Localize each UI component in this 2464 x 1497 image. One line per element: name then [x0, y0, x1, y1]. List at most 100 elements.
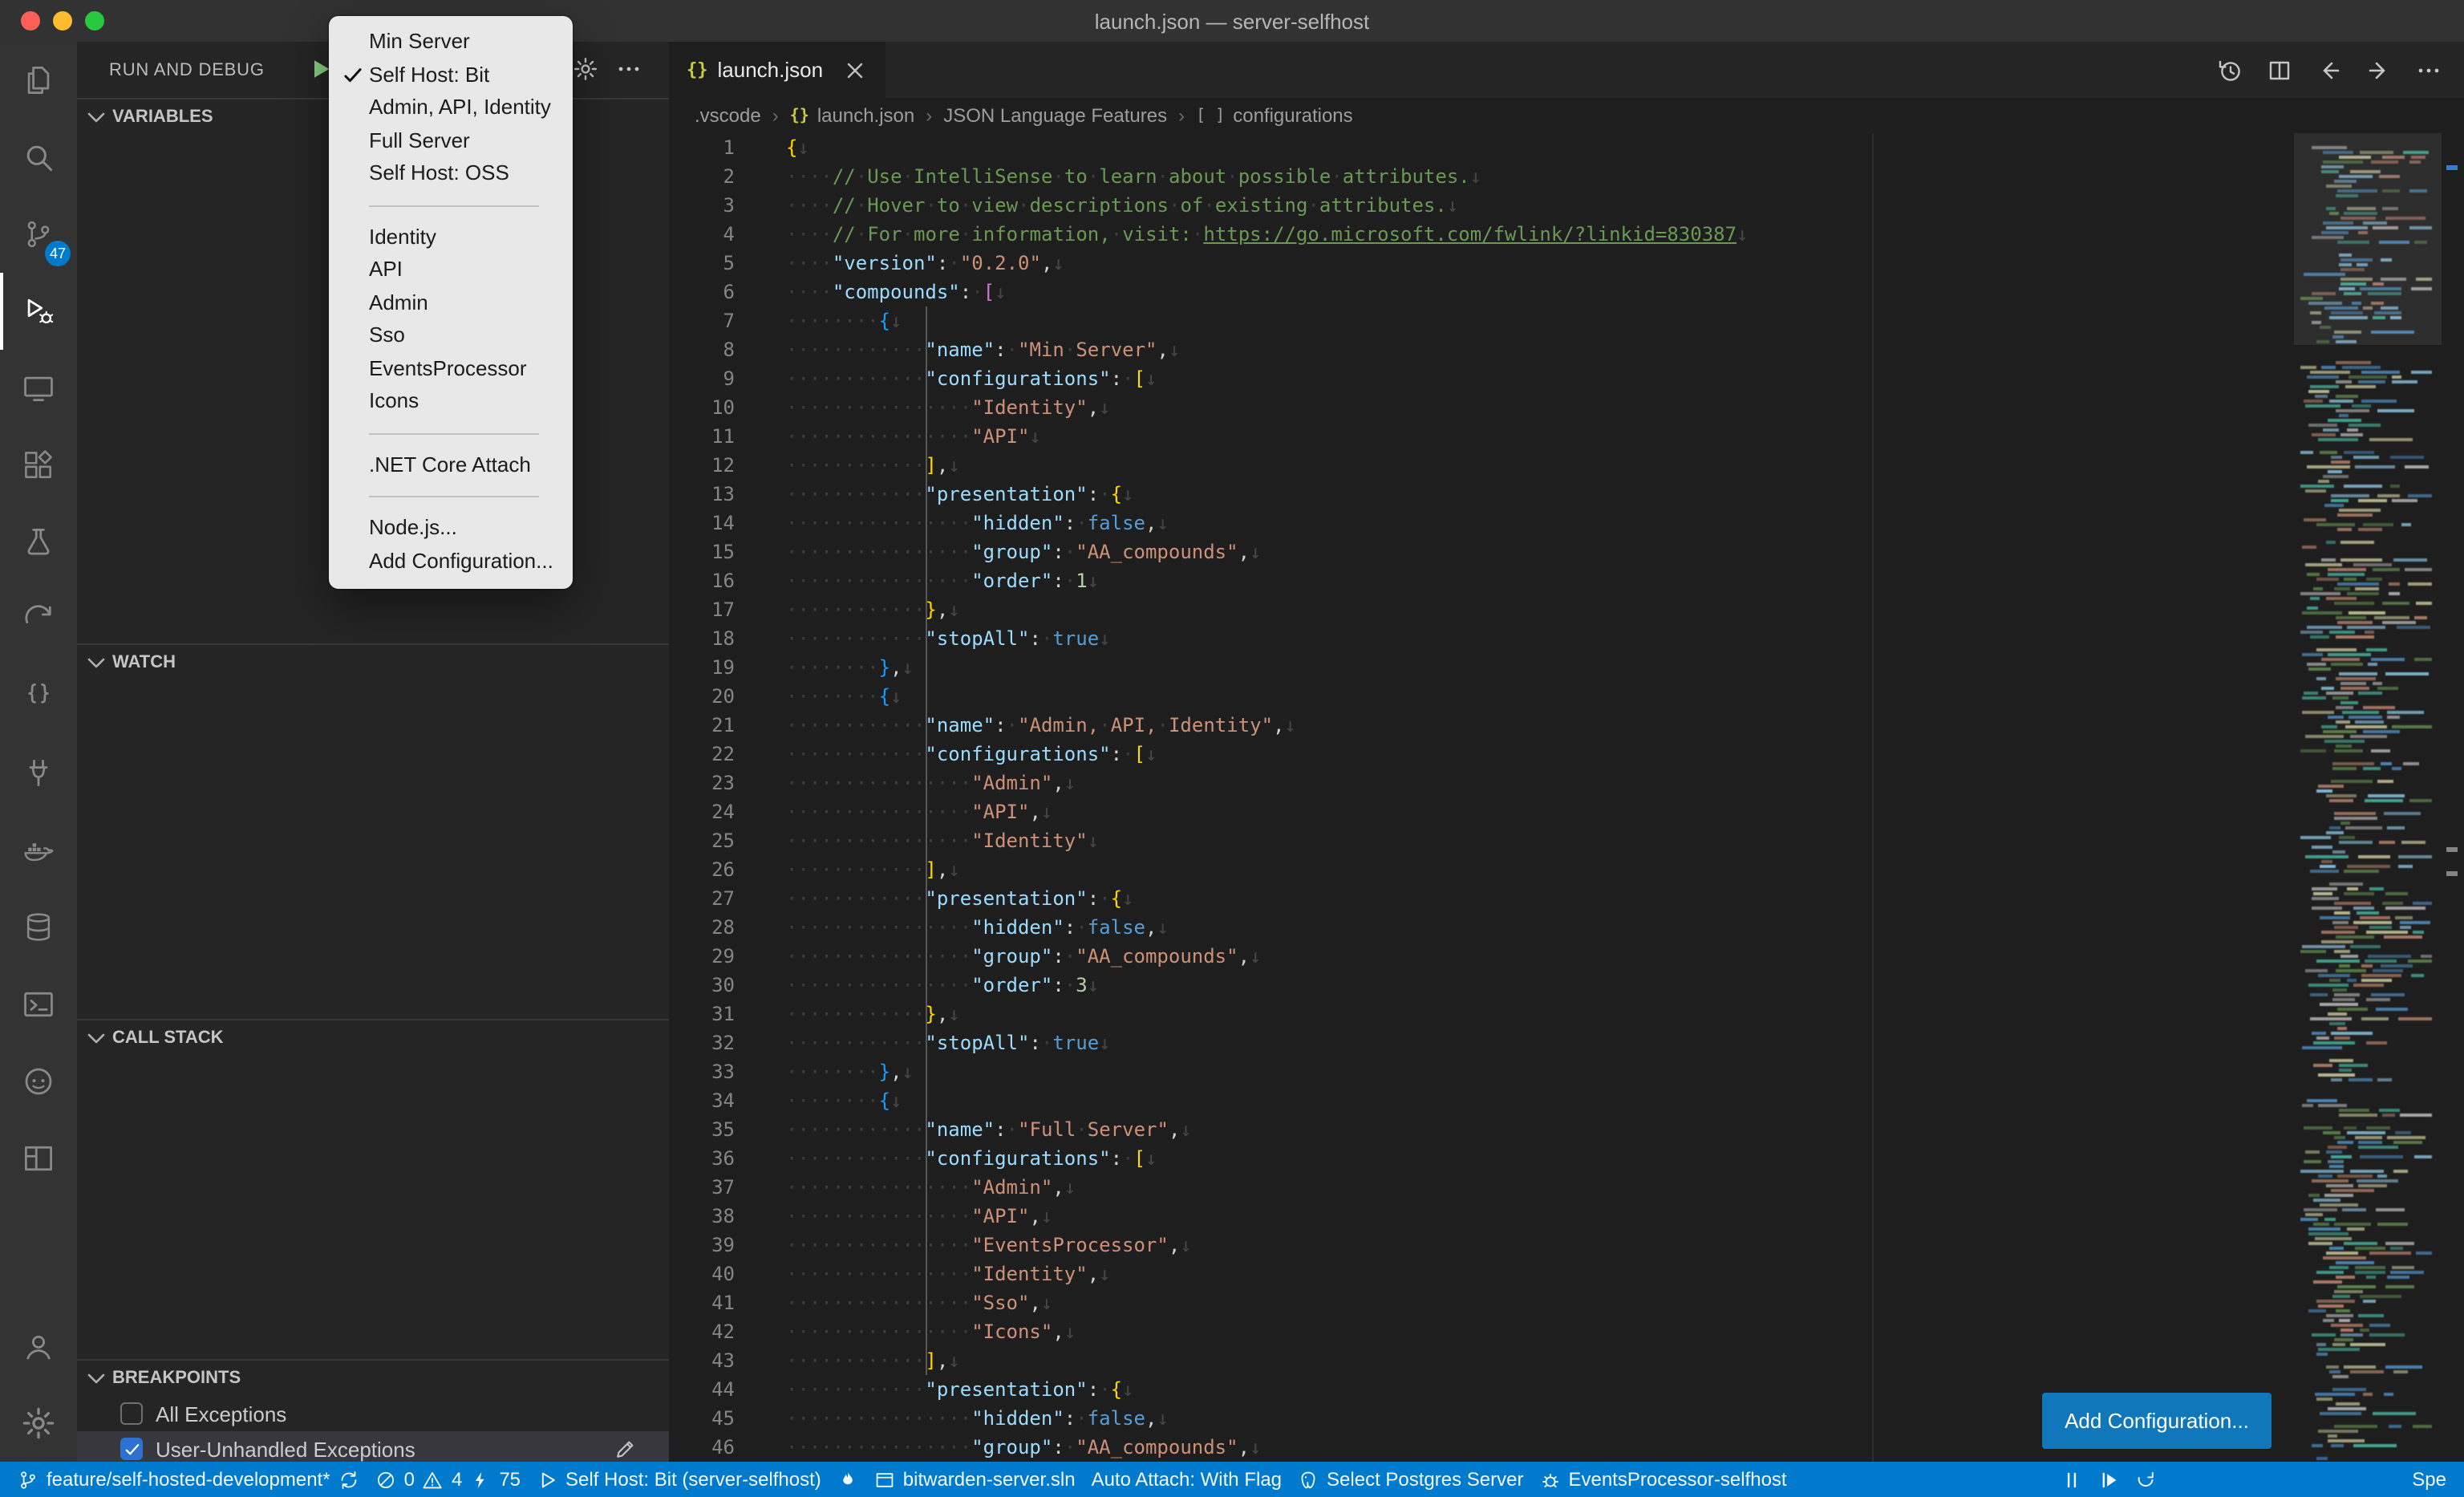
- code-line[interactable]: 1{↓: [669, 133, 2294, 162]
- menu-item[interactable]: Self Host: Bit: [329, 59, 573, 91]
- code-line[interactable]: 31············},↓: [669, 1000, 2294, 1028]
- breadcrumb-item[interactable]: [ ]configurations: [1196, 104, 1353, 127]
- code-line[interactable]: 14················"hidden":·false,↓: [669, 509, 2294, 538]
- activity-item-testing[interactable]: [0, 504, 77, 581]
- breakpoint-row[interactable]: All Exceptions: [77, 1396, 669, 1431]
- line-number[interactable]: 1: [669, 133, 735, 162]
- code-line[interactable]: 10················"Identity",↓: [669, 393, 2294, 422]
- status-problems[interactable]: 0475: [367, 1462, 529, 1497]
- status-debug-target[interactable]: Self Host: Bit (server-selfhost): [529, 1462, 829, 1497]
- line-number[interactable]: 28: [669, 913, 735, 942]
- code-line[interactable]: 33········},↓: [669, 1057, 2294, 1086]
- line-number[interactable]: 36: [669, 1144, 735, 1173]
- forward-icon[interactable]: [2366, 57, 2392, 83]
- line-number[interactable]: 30: [669, 971, 735, 1000]
- line-number[interactable]: 8: [669, 335, 735, 364]
- activity-item-source-control[interactable]: 47: [0, 196, 77, 273]
- add-configuration-button[interactable]: Add Configuration...: [2042, 1393, 2272, 1449]
- close-icon[interactable]: [842, 57, 868, 83]
- status-resume[interactable]: [2089, 1462, 2126, 1497]
- code-line[interactable]: 36············"configurations":·[↓: [669, 1144, 2294, 1173]
- zoom-window-button[interactable]: [85, 11, 104, 30]
- line-number[interactable]: 45: [669, 1404, 735, 1433]
- activity-item-settings[interactable]: [0, 1385, 77, 1462]
- code-line[interactable]: 28················"hidden":·false,↓: [669, 913, 2294, 942]
- code-line[interactable]: 6····"compounds":·[↓: [669, 278, 2294, 306]
- code-line[interactable]: 38················"API",↓: [669, 1202, 2294, 1231]
- activity-item-accounts[interactable]: [0, 1308, 77, 1385]
- more-icon[interactable]: [2416, 57, 2442, 83]
- breadcrumb-item[interactable]: {}launch.json: [790, 104, 915, 127]
- menu-item[interactable]: Admin: [329, 286, 573, 319]
- activity-item-storage[interactable]: [0, 889, 77, 966]
- code-line[interactable]: 18············"stopAll":·true↓: [669, 624, 2294, 653]
- line-number[interactable]: 44: [669, 1375, 735, 1404]
- code-line[interactable]: 23················"Admin",↓: [669, 769, 2294, 797]
- activity-item-remote-explorer[interactable]: [0, 350, 77, 427]
- line-number[interactable]: 17: [669, 595, 735, 624]
- activity-item-search[interactable]: [0, 119, 77, 196]
- line-number[interactable]: 13: [669, 480, 735, 509]
- line-number[interactable]: 38: [669, 1202, 735, 1231]
- menu-item[interactable]: Admin, API, Identity: [329, 91, 573, 124]
- gear-icon[interactable]: [573, 56, 598, 82]
- line-number[interactable]: 23: [669, 769, 735, 797]
- code-line[interactable]: 8············"name":·"Min·Server",↓: [669, 335, 2294, 364]
- section-header-call-stack[interactable]: CALL STACK: [77, 1020, 669, 1056]
- close-window-button[interactable]: [21, 11, 40, 30]
- code-line[interactable]: 24················"API",↓: [669, 797, 2294, 826]
- code-line[interactable]: 34········{↓: [669, 1086, 2294, 1115]
- line-number[interactable]: 9: [669, 364, 735, 393]
- status-solution[interactable]: bitwarden-server.sln: [866, 1462, 1084, 1497]
- line-number[interactable]: 37: [669, 1173, 735, 1202]
- line-number[interactable]: 40: [669, 1260, 735, 1288]
- activity-item-object-view[interactable]: [0, 658, 77, 735]
- code-line[interactable]: 2····//·Use·IntelliSense·to·learn·about·…: [669, 162, 2294, 191]
- code-line[interactable]: 42················"Icons",↓: [669, 1317, 2294, 1346]
- activity-item-connections[interactable]: [0, 735, 77, 812]
- line-number[interactable]: 15: [669, 538, 735, 566]
- status-events-processor[interactable]: EventsProcessor-selfhost: [1531, 1462, 1794, 1497]
- breadcrumb-item[interactable]: .vscode: [695, 104, 761, 127]
- pencil-icon[interactable]: [613, 1437, 637, 1461]
- breadcrumb-item[interactable]: JSON Language Features: [943, 104, 1167, 127]
- line-number[interactable]: 32: [669, 1028, 735, 1057]
- activity-item-sync-view[interactable]: [0, 581, 77, 658]
- activity-item-terminal-view[interactable]: [0, 966, 77, 1043]
- menu-item[interactable]: EventsProcessor: [329, 352, 573, 385]
- split-editor-icon[interactable]: [2267, 57, 2292, 83]
- call-stack-body[interactable]: [77, 1056, 669, 1359]
- checkbox[interactable]: [120, 1402, 143, 1425]
- line-number[interactable]: 33: [669, 1057, 735, 1086]
- code-line[interactable]: 27············"presentation":·{↓: [669, 884, 2294, 913]
- code-line[interactable]: 43············],↓: [669, 1346, 2294, 1375]
- watch-body[interactable]: [77, 680, 669, 1019]
- code-line[interactable]: 20········{↓: [669, 682, 2294, 711]
- menu-item[interactable]: Min Server: [329, 26, 573, 59]
- line-number[interactable]: 11: [669, 422, 735, 451]
- status-git-branch[interactable]: feature/self-hosted-development*: [10, 1462, 367, 1497]
- line-number[interactable]: 25: [669, 826, 735, 855]
- code-line[interactable]: 40················"Identity",↓: [669, 1260, 2294, 1288]
- minimize-window-button[interactable]: [53, 11, 72, 30]
- activity-item-run-and-debug[interactable]: [0, 273, 77, 350]
- code-line[interactable]: 22············"configurations":·[↓: [669, 740, 2294, 769]
- line-number[interactable]: 12: [669, 451, 735, 480]
- menu-item[interactable]: .NET Core Attach: [329, 448, 573, 481]
- line-number[interactable]: 10: [669, 393, 735, 422]
- line-number[interactable]: 21: [669, 711, 735, 740]
- menu-item[interactable]: Full Server: [329, 124, 573, 157]
- menu-item[interactable]: Identity: [329, 221, 573, 254]
- status-spell[interactable]: Spe: [2404, 1462, 2454, 1497]
- status-hot-reload[interactable]: [829, 1462, 866, 1497]
- code-line[interactable]: 37················"Admin",↓: [669, 1173, 2294, 1202]
- code-line[interactable]: 5····"version":·"0.2.0",↓: [669, 249, 2294, 278]
- line-number[interactable]: 43: [669, 1346, 735, 1375]
- section-header-breakpoints[interactable]: BREAKPOINTS: [77, 1361, 669, 1396]
- line-number[interactable]: 34: [669, 1086, 735, 1115]
- line-number[interactable]: 41: [669, 1288, 735, 1317]
- back-icon[interactable]: [2316, 57, 2342, 83]
- code-line[interactable]: 13············"presentation":·{↓: [669, 480, 2294, 509]
- code-line[interactable]: 12············],↓: [669, 451, 2294, 480]
- status-postgres[interactable]: Select Postgres Server: [1290, 1462, 1531, 1497]
